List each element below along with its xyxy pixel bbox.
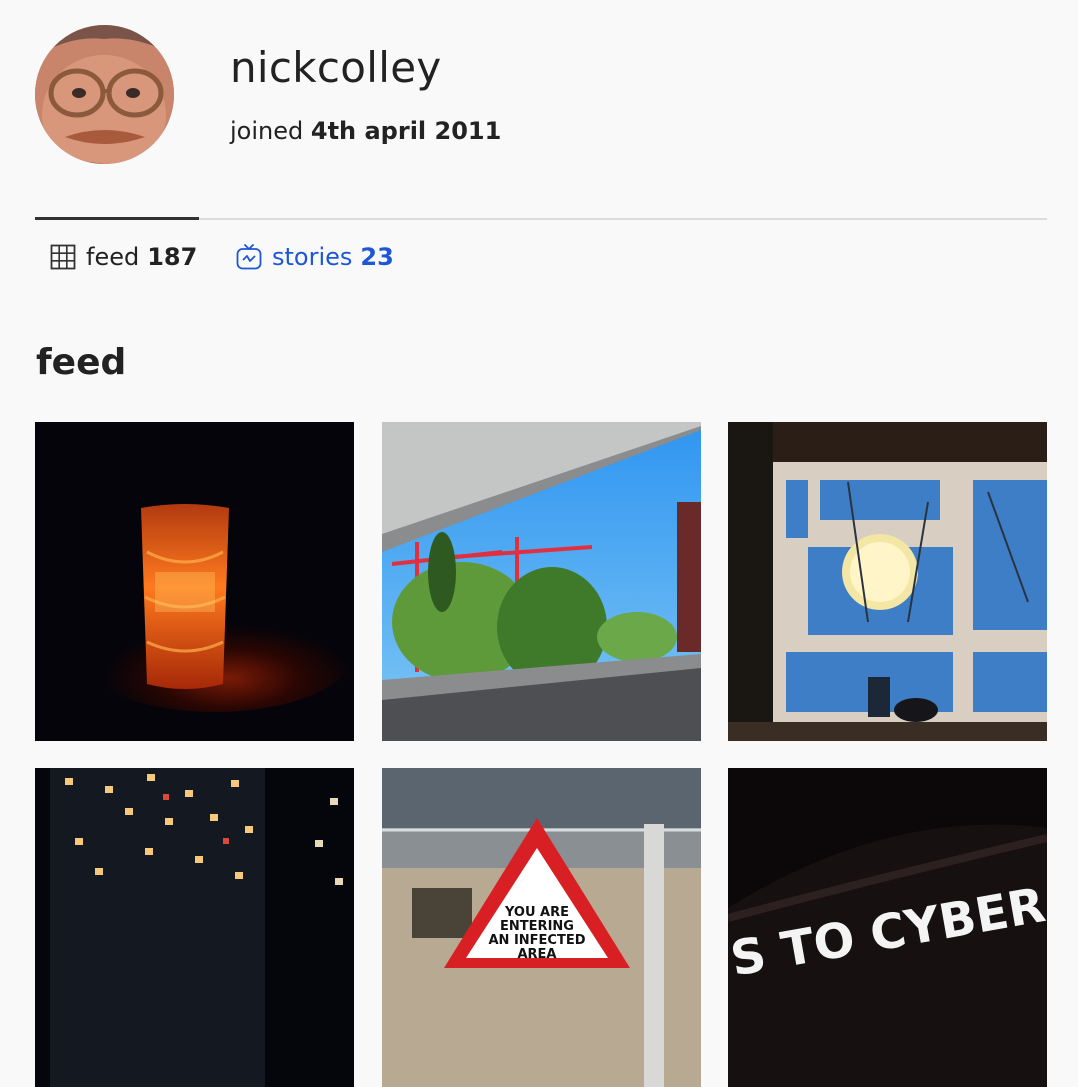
joined-date-value: 4th april 2011 [310, 117, 502, 145]
post-photo-glass [35, 422, 354, 741]
svg-text:YOU ARE: YOU ARE [504, 905, 569, 920]
joined-prefix: joined [230, 117, 304, 145]
active-tab-indicator [35, 217, 199, 220]
igtv-icon [236, 244, 262, 270]
post-photo-banner: S TO CYBER SECURITY [728, 768, 1047, 1087]
grid-icon [50, 244, 76, 270]
tab-stories-count: 23 [360, 243, 394, 271]
tab-stories[interactable]: stories 23 [236, 244, 394, 270]
profile-header: nickcolley joined 4th april 2011 [35, 25, 1047, 165]
tab-feed[interactable]: feed 187 [50, 244, 197, 270]
tab-stories-label: stories [272, 243, 353, 271]
tab-feed-count: 187 [147, 243, 198, 271]
feed-post-2[interactable] [382, 422, 701, 741]
feed-post-3[interactable] [728, 422, 1047, 741]
feed-post-5[interactable]: YOU ARE ENTERING AN INFECTED AREA [382, 768, 701, 1087]
username: nickcolley [230, 43, 442, 92]
post-photo-tower-block [35, 768, 354, 1087]
svg-text:AN INFECTED: AN INFECTED [488, 933, 585, 948]
joined-date: joined 4th april 2011 [230, 119, 501, 143]
post-photo-cranes [382, 422, 701, 741]
svg-text:AREA: AREA [517, 947, 556, 962]
svg-text:ENTERING: ENTERING [500, 919, 574, 934]
avatar[interactable] [35, 25, 174, 164]
post-photo-warning-sign: YOU ARE ENTERING AN INFECTED AREA [382, 768, 701, 1087]
feed-post-6[interactable]: S TO CYBER SECURITY [728, 768, 1047, 1087]
feed-post-1[interactable] [35, 422, 354, 741]
tab-feed-label: feed [86, 243, 140, 271]
feed-post-4[interactable] [35, 768, 354, 1087]
feed-heading: feed [36, 342, 127, 383]
post-photo-window [728, 422, 1047, 741]
